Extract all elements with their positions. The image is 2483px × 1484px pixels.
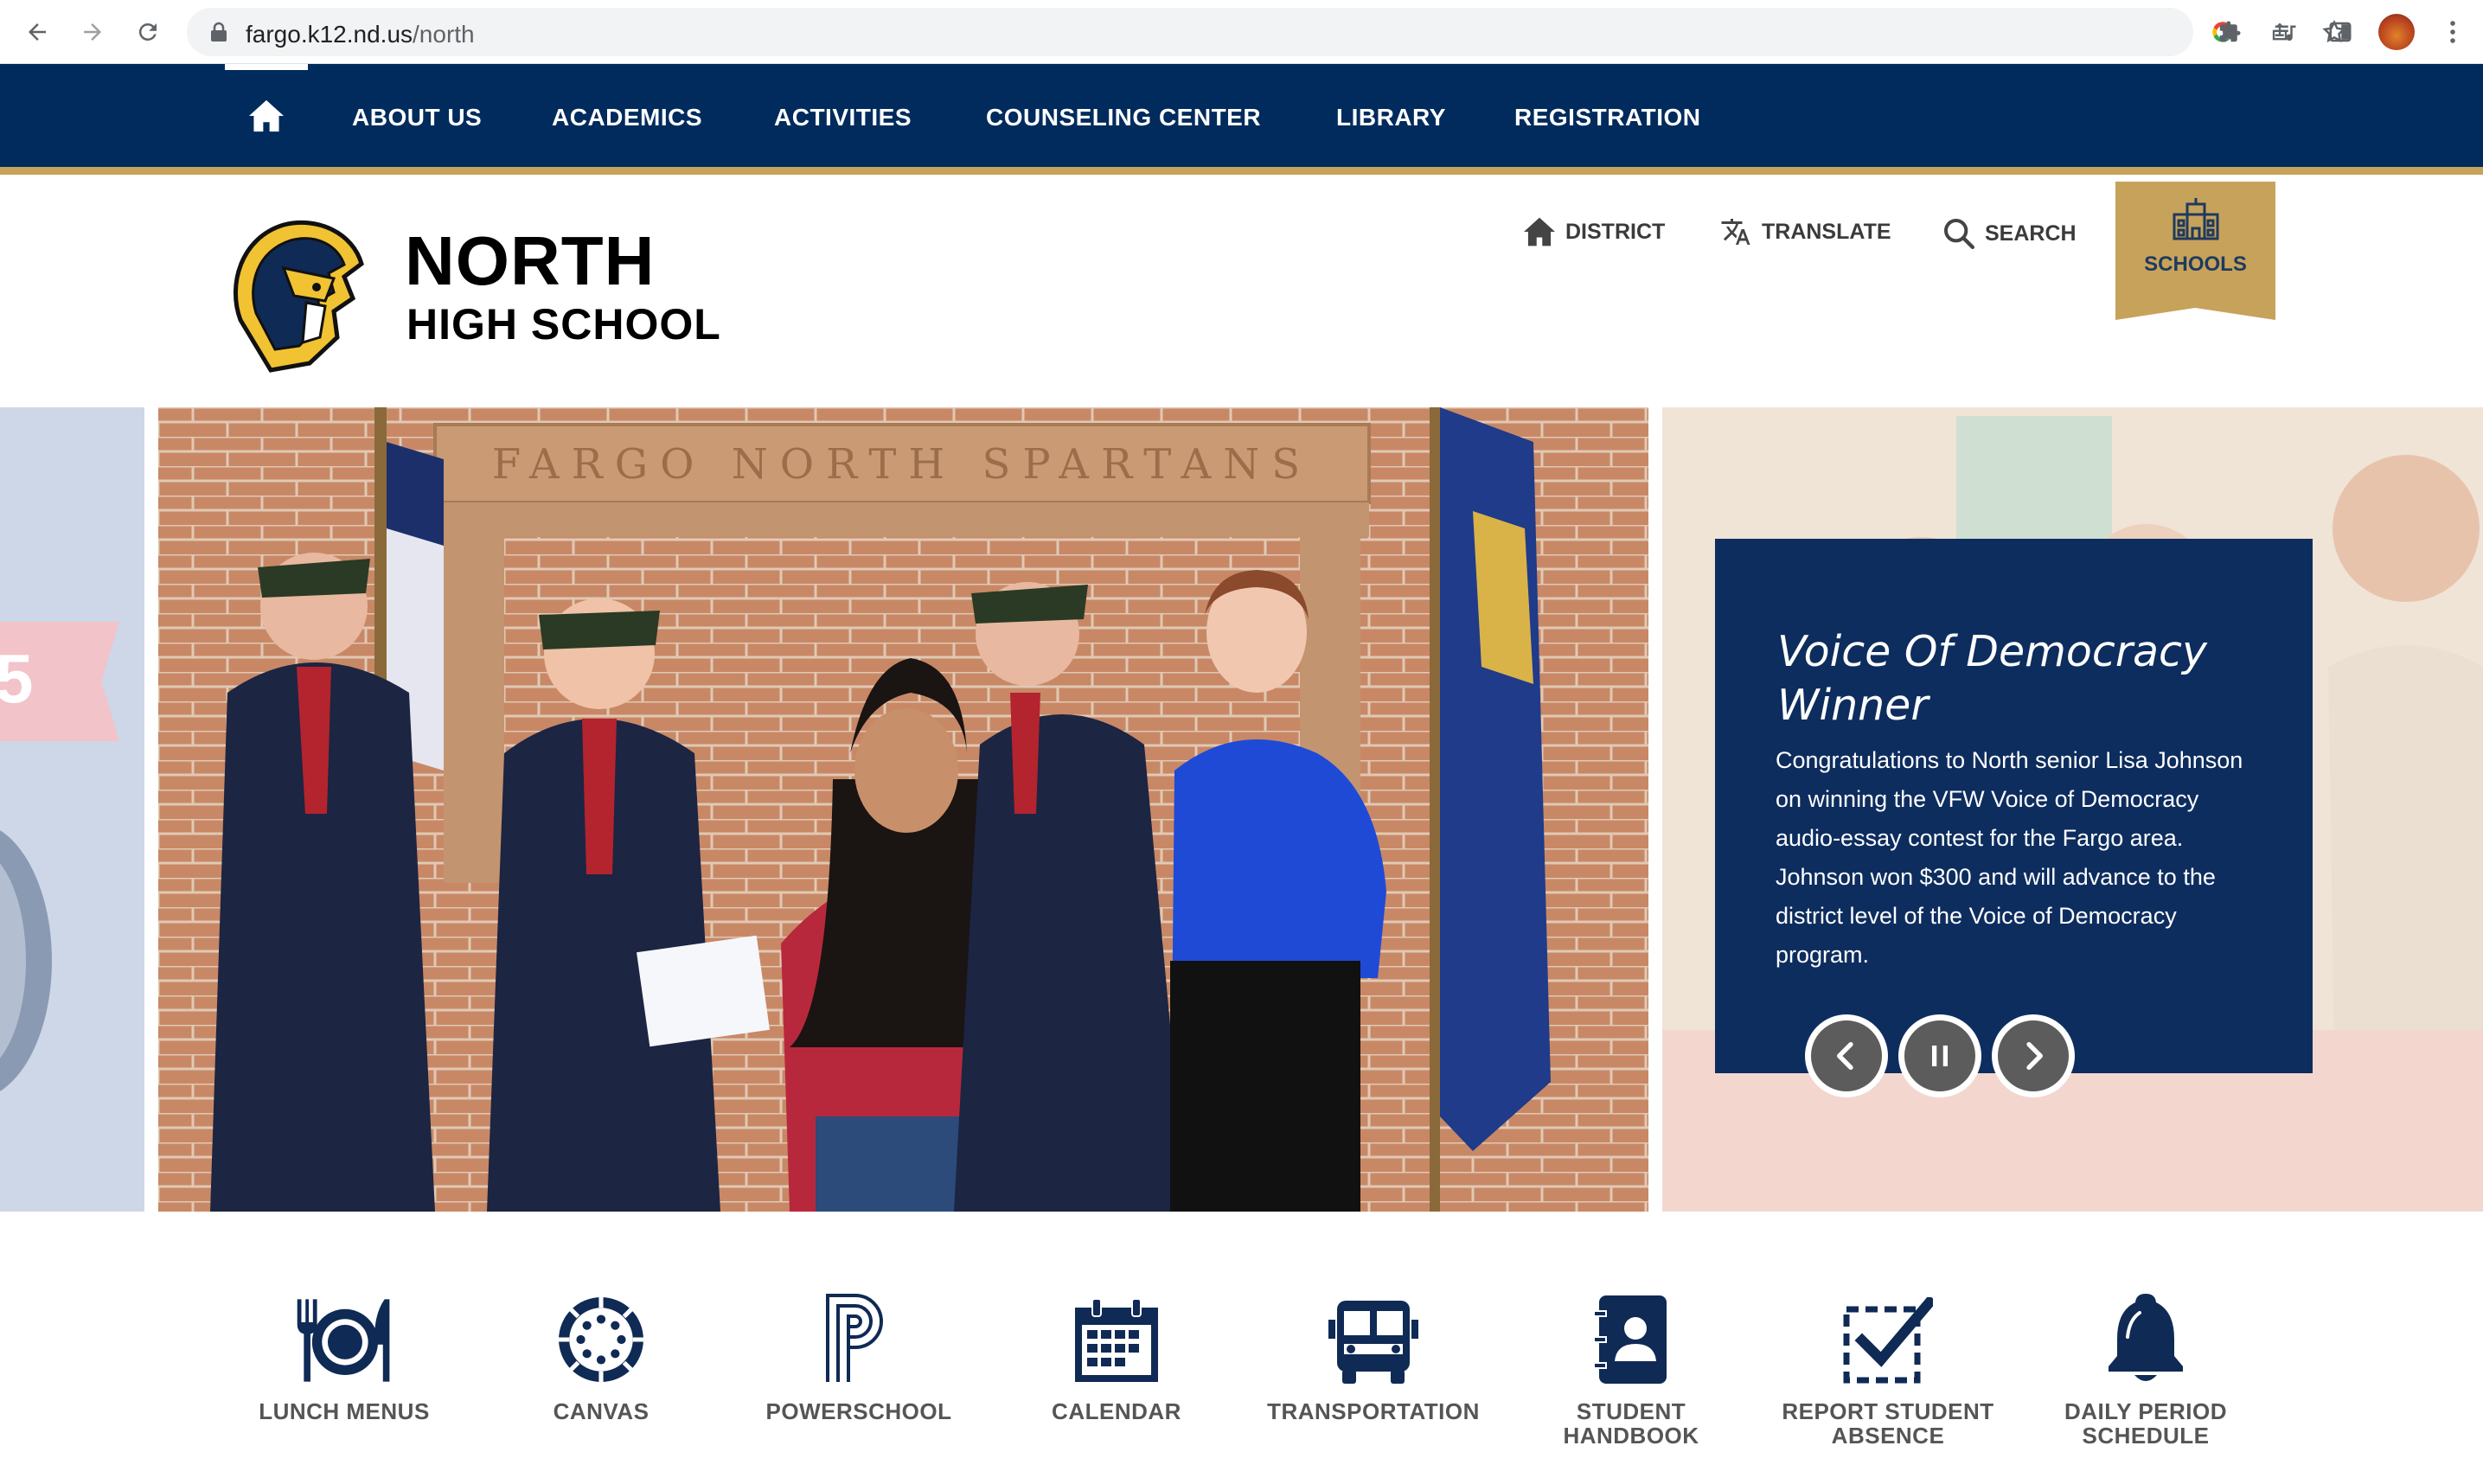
chevron-right-icon [2026,1042,2043,1070]
main-navigation: ABOUT US ACADEMICS ACTIVITIES COUNSELING… [0,64,2483,175]
school-name-line1: NORTH [405,222,656,299]
side-panel-icon [2329,22,2352,42]
chevron-left-icon [1837,1042,1853,1070]
pause-slideshow-button[interactable] [1898,1014,1981,1097]
ribbon-number: 5 [0,640,34,717]
slide-caption-panel: Voice Of Democracy Winner Congratulation… [1715,539,2313,1073]
current-slide-photo: FARGO NORTH SPARTANS [158,407,1648,1212]
nav-library[interactable]: LIBRARY [1336,104,1446,131]
url-text: fargo.k12.nd.us/north [246,21,475,48]
home-link[interactable] [225,64,308,166]
quick-link-calendar[interactable]: CALENDAR [995,1280,1238,1423]
district-link[interactable]: DISTRICT [1522,216,1665,247]
nav-registration[interactable]: REGISTRATION [1514,104,1700,131]
seal-graphic [0,822,52,1099]
extensions-button[interactable] [2212,15,2247,49]
bell-icon [2094,1280,2198,1384]
search-label: SEARCH [1985,221,2077,246]
nav-counseling-center[interactable]: COUNSELING CENTER [986,104,1261,131]
lock-icon [211,22,227,42]
veterans-photo: FARGO NORTH SPARTANS [158,407,1648,1212]
nav-academics[interactable]: ACADEMICS [552,104,702,131]
powerschool-icon [807,1280,911,1384]
translate-label: TRANSLATE [1762,219,1891,244]
back-arrow-icon [29,23,46,41]
quick-link-label: LUNCH MENUS [259,1398,430,1424]
canvas-icon [549,1280,653,1384]
quick-link-label: CANVAS [553,1398,650,1424]
forward-button[interactable] [73,12,112,52]
next-slide-button[interactable] [1992,1014,2075,1097]
translate-link[interactable]: TRANSLATE [1718,216,1891,247]
nav-about-us[interactable]: ABOUT US [352,104,482,131]
wall-lettering: FARGO NORTH SPARTANS [492,440,1312,489]
reload-icon [138,22,157,41]
puzzle-icon [2219,21,2241,42]
quick-link-transportation[interactable]: TRANSPORTATION [1252,1280,1494,1423]
reload-button[interactable] [128,12,168,52]
pause-icon [1932,1046,1948,1066]
translate-icon [1721,219,1750,245]
quick-link-label: CALENDAR [1052,1398,1181,1424]
quick-link-daily-period-schedule[interactable]: DAILY PERIOD SCHEDULE [2025,1280,2267,1448]
side-panel-button[interactable] [2323,15,2358,49]
browser-toolbar: fargo.k12.nd.us/north [0,0,2483,64]
quick-link-lunch-menus[interactable]: LUNCH MENUS [223,1280,465,1423]
spartan-head-icon [233,220,364,373]
previous-slide-button[interactable] [1805,1014,1888,1097]
back-button[interactable] [17,12,57,52]
search-icon [1944,219,1974,249]
address-bar[interactable]: fargo.k12.nd.us/north [187,8,2346,56]
slide-caption-title: Voice Of Democracy Winner [1777,627,2207,730]
schools-tab-notch [2115,306,2275,320]
school-name-line2: HIGH SCHOOL [406,300,721,349]
quick-link-report-student-absence[interactable]: REPORT STUDENT ABSENCE [1767,1280,2009,1448]
quick-link-label: STUDENT HANDBOOK [1563,1398,1699,1449]
url-host: fargo.k12.nd.us [246,21,413,48]
nav-activities[interactable]: ACTIVITIES [774,104,912,131]
spartan-logo[interactable] [223,216,367,374]
previous-slide-preview: 5 [0,407,144,1212]
profile-avatar[interactable] [2378,14,2415,50]
check-box-icon [1836,1280,1940,1384]
gold-divider [0,167,2483,175]
forward-arrow-icon [84,23,101,41]
home-icon [1524,217,1555,246]
quick-link-powerschool[interactable]: POWERSCHOOL [738,1280,980,1423]
media-control-button[interactable] [2268,15,2302,49]
active-tab-indicator [225,64,308,70]
handbook-icon [1579,1280,1683,1384]
quick-link-label: DAILY PERIOD SCHEDULE [2064,1398,2228,1449]
quick-link-label: TRANSPORTATION [1267,1398,1480,1424]
calendar-icon [1065,1280,1168,1384]
bus-icon [1321,1280,1425,1384]
playlist-icon [2275,25,2296,42]
quick-link-label: POWERSCHOOL [765,1398,952,1424]
quick-link-student-handbook[interactable]: STUDENT HANDBOOK [1510,1280,1752,1448]
district-label: DISTRICT [1565,219,1666,244]
quick-link-label: REPORT STUDENT ABSENCE [1782,1398,1994,1449]
more-vertical-icon [2450,21,2455,43]
utensils-icon [292,1280,396,1384]
slide-caption-body: Congratulations to North senior Lisa Joh… [1776,747,2243,968]
url-path: /north [413,21,475,48]
browser-menu-button[interactable] [2435,15,2470,49]
home-icon [249,99,284,132]
quick-link-canvas[interactable]: CANVAS [480,1280,722,1423]
schools-button[interactable]: SCHOOLS [2115,182,2275,308]
school-building-icon [2173,198,2219,240]
search-link[interactable]: SEARCH [1942,216,2077,251]
schools-label: SCHOOLS [2144,253,2247,276]
